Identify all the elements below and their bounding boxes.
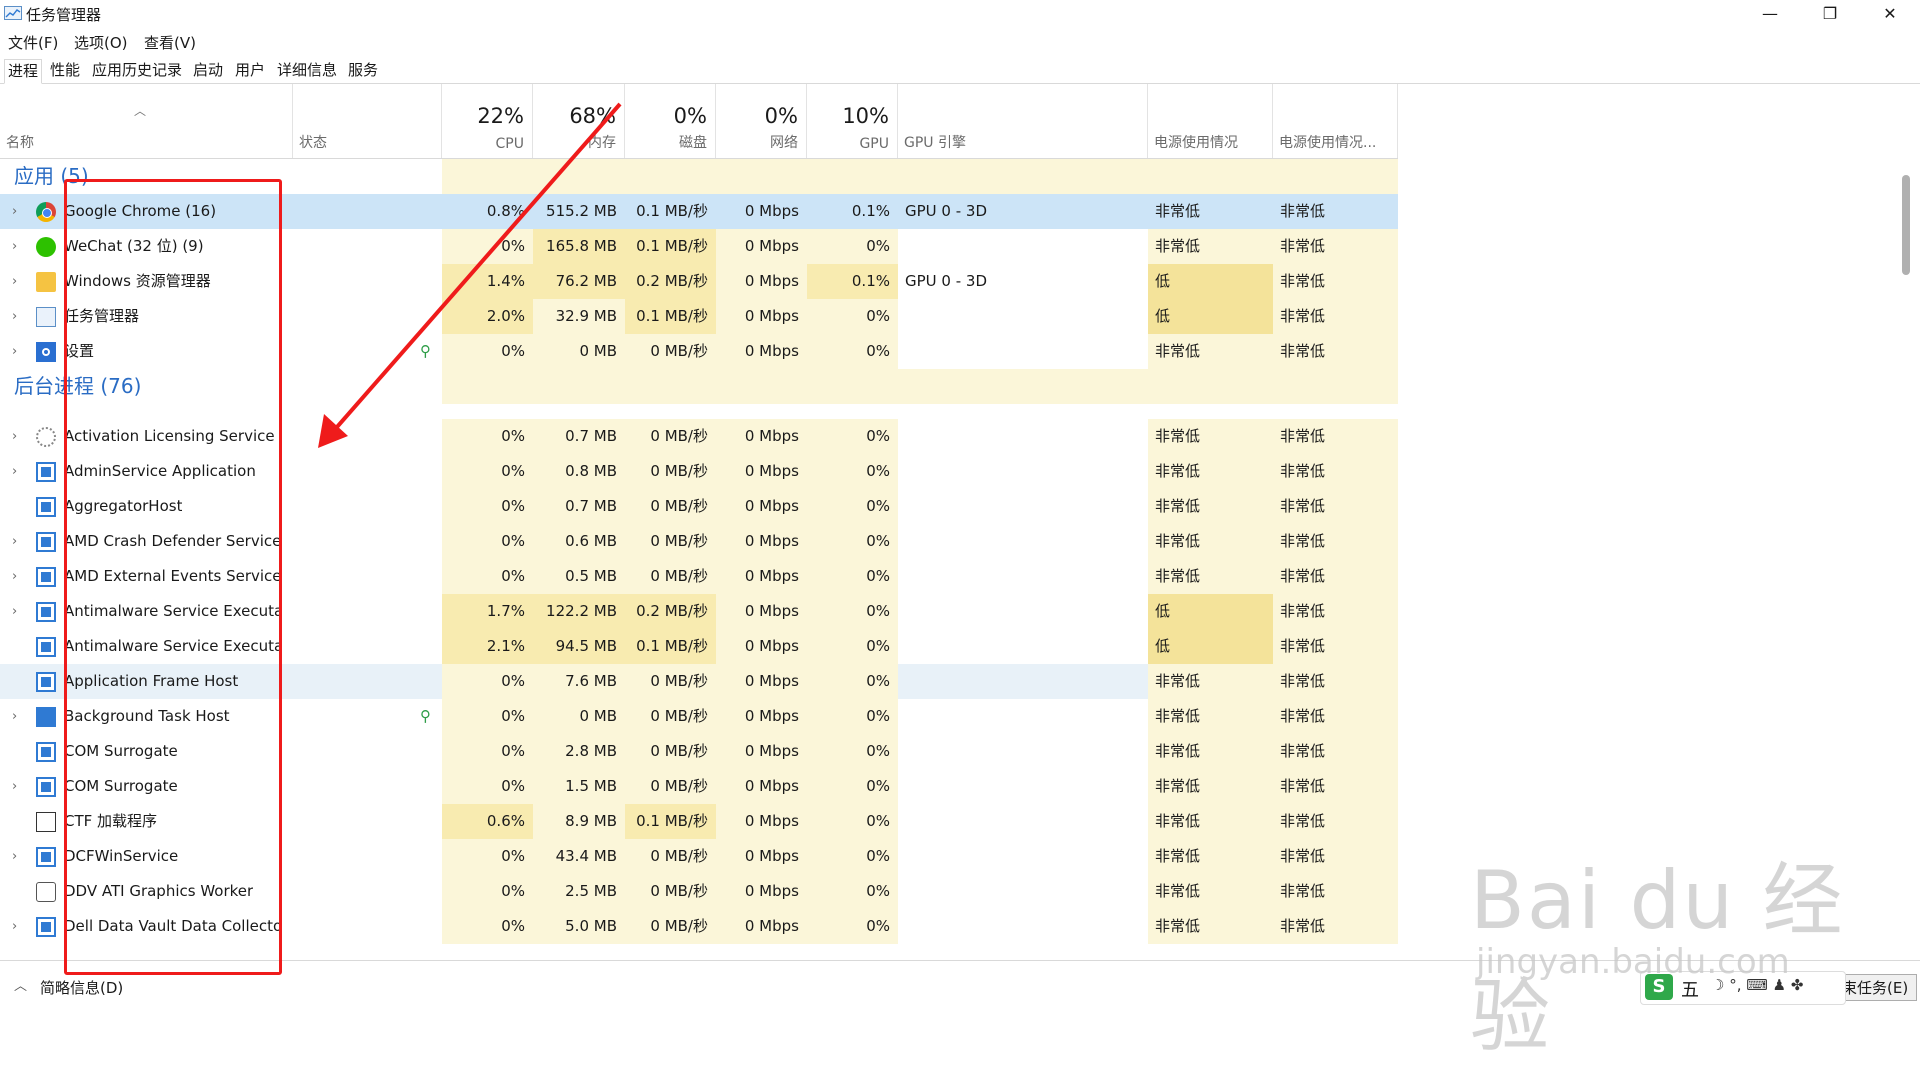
- red-arrow: [318, 102, 622, 448]
